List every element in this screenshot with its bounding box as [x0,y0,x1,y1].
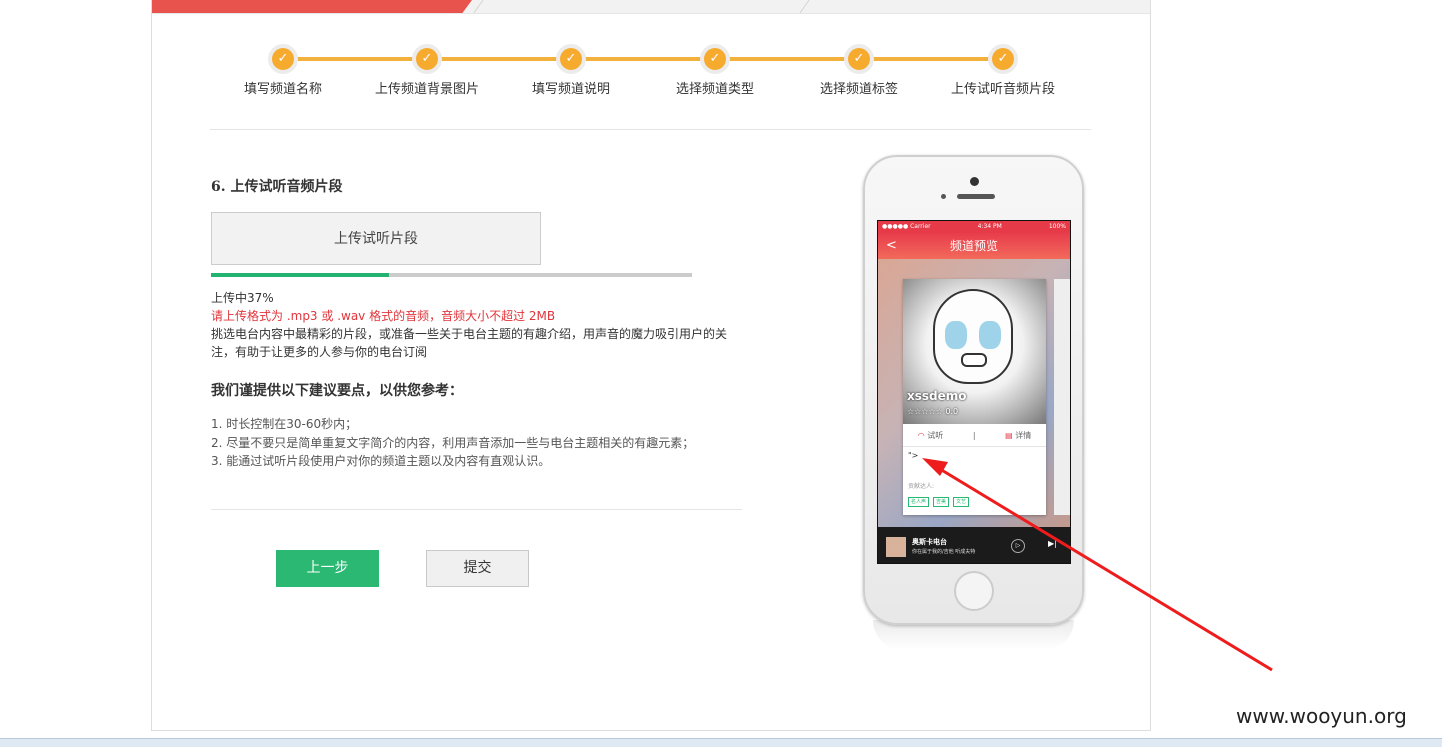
annotation-arrow-head [922,458,948,476]
annotation-arrow-line [934,464,1273,672]
watermark: www.wooyun.org [1236,704,1407,728]
annotation-arrow [922,458,1273,672]
